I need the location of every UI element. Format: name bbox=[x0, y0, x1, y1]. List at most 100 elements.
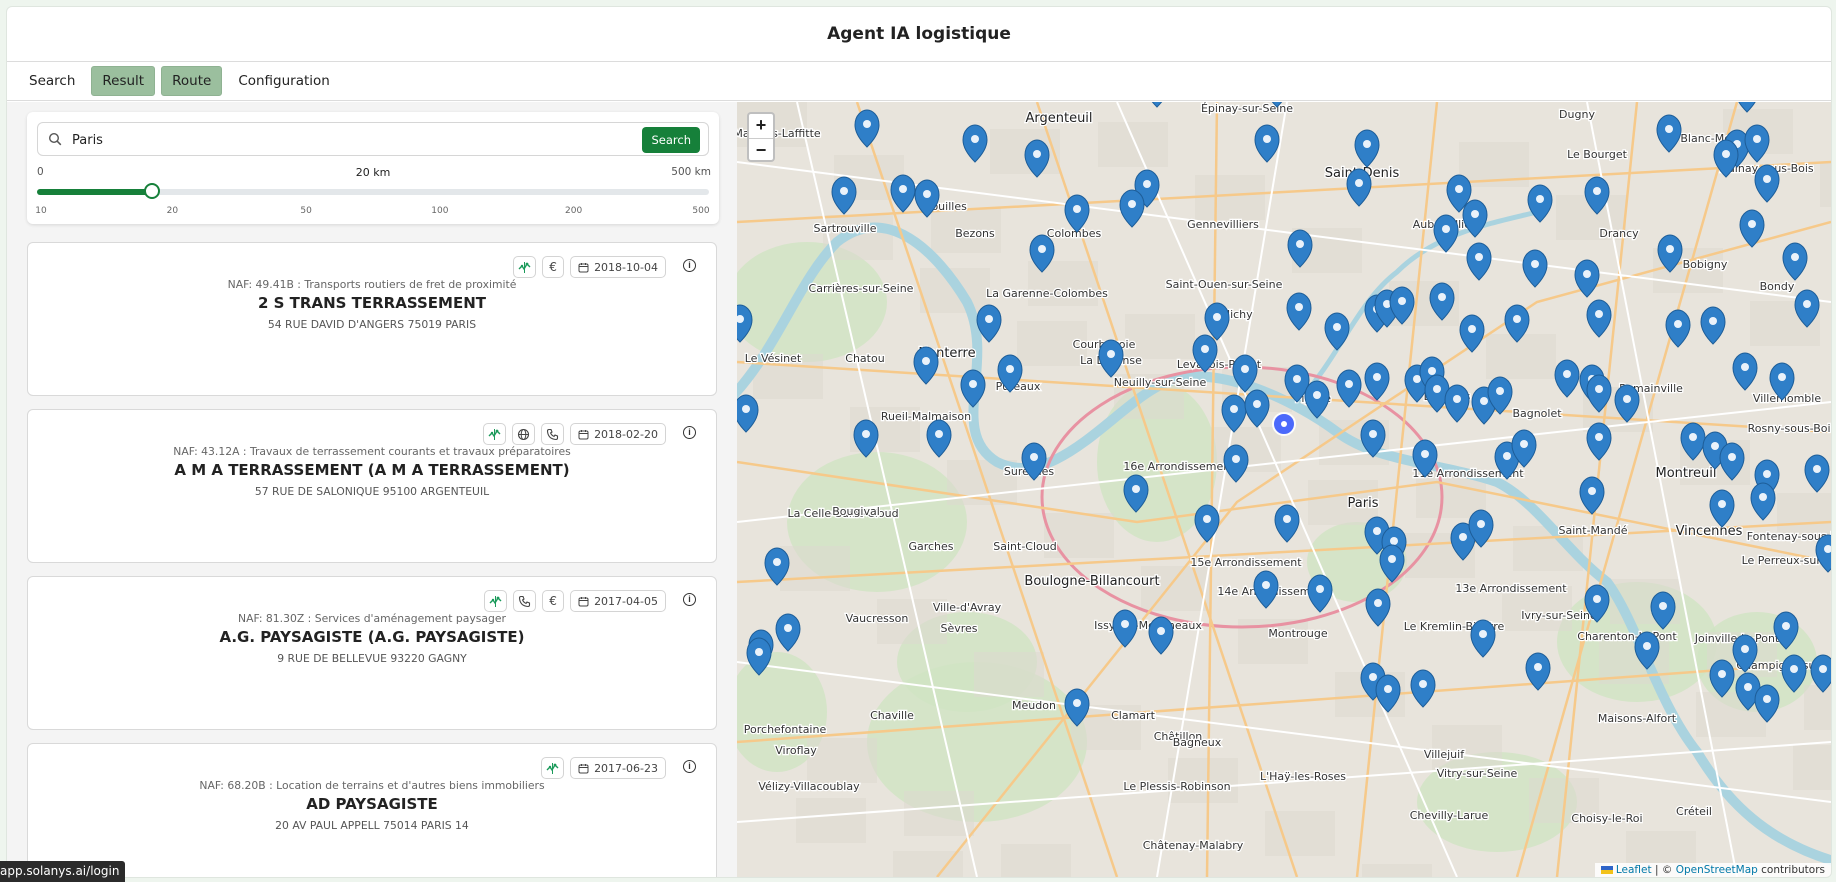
map-place-label: Issy-les-Moulineaux bbox=[1094, 619, 1202, 632]
map-marker-dot bbox=[1345, 380, 1353, 388]
map-marker-dot bbox=[1744, 683, 1752, 691]
calendar-icon bbox=[578, 763, 589, 774]
tab-configuration[interactable]: Configuration bbox=[228, 67, 340, 95]
map-marker-dot bbox=[1468, 325, 1476, 333]
map-place-label: Villejuif bbox=[1424, 748, 1465, 761]
map-place-label: Montrouge bbox=[1268, 627, 1327, 640]
map-marker-dot bbox=[1369, 430, 1377, 438]
chart-icon[interactable] bbox=[484, 590, 508, 612]
info-icon[interactable]: i bbox=[683, 760, 696, 773]
map-marker-dot bbox=[1711, 442, 1719, 450]
phone-icon[interactable] bbox=[513, 590, 537, 612]
chart-icon[interactable] bbox=[513, 256, 537, 278]
map-canvas[interactable]: Maisons-LaffitteSartrouvilleArgenteuilÉp… bbox=[737, 102, 1831, 877]
flag-icon bbox=[1600, 866, 1613, 874]
search-box: Search bbox=[37, 122, 709, 156]
map-marker-dot bbox=[1718, 670, 1726, 678]
map-marker-dot bbox=[935, 430, 943, 438]
map-marker-dot bbox=[1033, 150, 1041, 158]
map-marker-dot bbox=[840, 187, 848, 195]
search-input[interactable] bbox=[70, 129, 634, 151]
map-marker-dot bbox=[1230, 405, 1238, 413]
euro-icon[interactable]: € bbox=[542, 256, 565, 278]
result-card[interactable]: 2018-02-20 i NAF: 43.12A : Travaux de terr… bbox=[27, 409, 717, 563]
map-marker-dot bbox=[1283, 515, 1291, 523]
map-marker-dot bbox=[1480, 397, 1488, 405]
chart-icon[interactable] bbox=[541, 757, 565, 779]
map-place-label: Dugny bbox=[1559, 108, 1595, 121]
map-marker-dot bbox=[1790, 665, 1798, 673]
info-icon[interactable]: i bbox=[683, 259, 696, 272]
tab-route[interactable]: Route bbox=[161, 66, 223, 96]
map-marker-dot bbox=[1374, 599, 1382, 607]
tab-result[interactable]: Result bbox=[91, 66, 156, 96]
calendar-icon bbox=[578, 262, 589, 273]
result-card[interactable]: 2017-06-23 i NAF: 68.20B : Location de ter… bbox=[27, 743, 717, 877]
radius-slider[interactable] bbox=[37, 183, 709, 199]
slider-handle[interactable] bbox=[143, 183, 160, 199]
map-place-label: Bagneux bbox=[1173, 736, 1222, 749]
map-marker-dot bbox=[1006, 365, 1014, 373]
euro-icon[interactable]: € bbox=[542, 590, 565, 612]
date-text: 2018-10-04 bbox=[594, 260, 658, 274]
map-place-label: Montreuil bbox=[1655, 466, 1716, 481]
slider-ticks: 10 20 50 100 200 500 bbox=[35, 206, 709, 218]
map-marker-dot bbox=[1531, 260, 1539, 268]
map-marker-dot bbox=[1722, 150, 1730, 158]
map-marker-dot bbox=[1459, 533, 1467, 541]
map-marker-dot bbox=[1030, 453, 1038, 461]
chart-icon[interactable] bbox=[483, 423, 507, 445]
map-place-label: Choisy-le-Roi bbox=[1571, 812, 1642, 825]
map-place-label: Vincennes bbox=[1676, 524, 1743, 539]
map-marker-dot bbox=[1534, 663, 1542, 671]
search-button[interactable]: Search bbox=[642, 127, 700, 153]
map-place-label: Sèvres bbox=[940, 622, 977, 635]
result-card[interactable]: €2018-10-04 i NAF: 49.41B : Transports rou… bbox=[27, 242, 717, 396]
info-icon[interactable]: i bbox=[683, 593, 696, 606]
zoom-out-button[interactable]: − bbox=[749, 139, 773, 163]
map-marker-dot bbox=[1475, 253, 1483, 261]
map-place-label: Saint-Cloud bbox=[993, 540, 1056, 553]
calendar-icon bbox=[578, 596, 589, 607]
osm-link[interactable]: OpenStreetMap bbox=[1676, 864, 1758, 876]
attribution-separator: | © bbox=[1651, 864, 1676, 876]
urban-block bbox=[1793, 745, 1831, 790]
map-marker-dot bbox=[1453, 395, 1461, 403]
globe-icon[interactable] bbox=[512, 423, 536, 445]
result-card[interactable]: €2017-04-05 i NAF: 81.30Z : Services d'amé… bbox=[27, 576, 717, 730]
map-marker-dot bbox=[1213, 313, 1221, 321]
map-marker-dot bbox=[1689, 433, 1697, 441]
urban-block bbox=[1820, 162, 1831, 207]
map-place-label: Drancy bbox=[1599, 227, 1639, 240]
map-marker-dot bbox=[1593, 187, 1601, 195]
map-marker-dot bbox=[773, 558, 781, 566]
map-marker-dot bbox=[742, 405, 750, 413]
zoom-in-button[interactable]: + bbox=[749, 114, 773, 139]
map-marker-dot bbox=[922, 357, 930, 365]
map-marker-dot bbox=[1253, 400, 1261, 408]
badge-row: €2018-10-04 bbox=[513, 256, 666, 278]
map-marker-dot bbox=[1595, 310, 1603, 318]
info-icon[interactable]: i bbox=[683, 426, 696, 439]
map-view[interactable]: Maisons-Laffitte Sartrouville Argenteuil Ép… bbox=[737, 102, 1831, 877]
map-marker-dot bbox=[1479, 630, 1487, 638]
leaflet-link[interactable]: Leaflet bbox=[1616, 864, 1652, 876]
map-marker-dot bbox=[1819, 665, 1827, 673]
map-marker-dot bbox=[1419, 680, 1427, 688]
map-marker-dot bbox=[1355, 179, 1363, 187]
map-marker-dot bbox=[1782, 622, 1790, 630]
map-place-label: Vélizy-Villacoublay bbox=[758, 780, 860, 793]
map-marker-dot bbox=[1313, 391, 1321, 399]
map-marker-dot bbox=[1232, 455, 1240, 463]
map-marker-dot bbox=[1293, 375, 1301, 383]
search-card: Search 0 20 km 500 km 102050100200500 bbox=[27, 112, 719, 224]
map-place-label: Porchefontaine bbox=[744, 723, 827, 736]
urban-block bbox=[780, 546, 850, 591]
phone-icon[interactable] bbox=[541, 423, 565, 445]
tab-search[interactable]: Search bbox=[19, 67, 85, 95]
map-place-label: Argenteuil bbox=[1025, 111, 1092, 126]
map-place-label: Bezons bbox=[955, 227, 995, 240]
map-marker-dot bbox=[1563, 370, 1571, 378]
company-address: 20 AV PAUL APPELL 75014 PARIS 14 bbox=[275, 819, 469, 832]
slider-tick-label: 20 bbox=[166, 206, 179, 216]
